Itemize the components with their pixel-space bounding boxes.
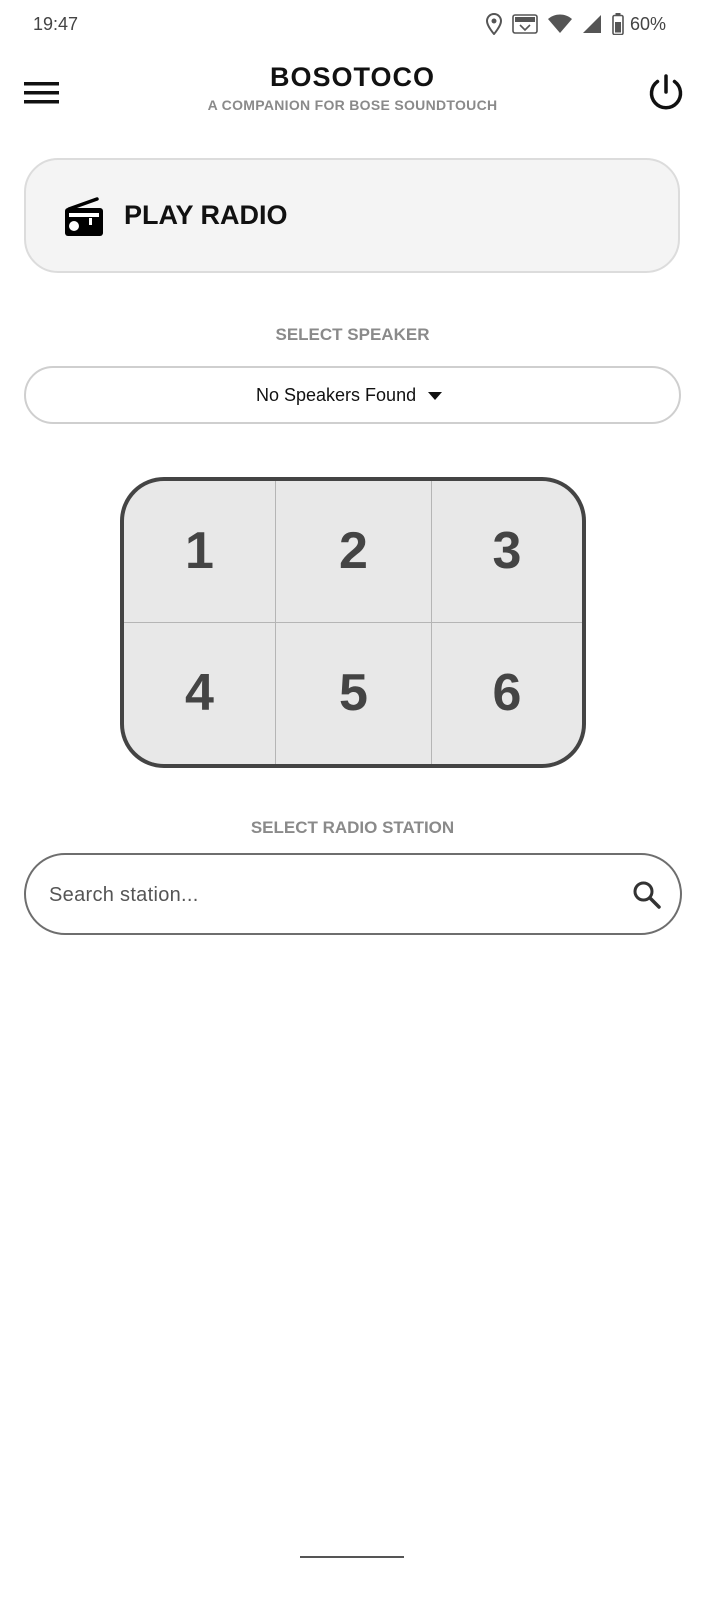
station-search-field	[24, 853, 682, 935]
power-button[interactable]	[645, 72, 687, 114]
app-subtitle: A COMPANION FOR BOSE SOUNDTOUCH	[207, 97, 498, 113]
vowifi-icon	[512, 14, 538, 34]
radio-icon	[65, 197, 103, 236]
wifi-icon	[547, 14, 572, 33]
gesture-navigation-bar[interactable]	[300, 1556, 404, 1558]
station-search-input[interactable]	[47, 875, 611, 915]
select-station-label: SELECT RADIO STATION	[250, 818, 455, 837]
speaker-dropdown-value: No Speakers Found	[256, 385, 417, 405]
speaker-dropdown[interactable]: No Speakers Found	[24, 366, 681, 424]
preset-button-5[interactable]: 5	[276, 622, 432, 764]
battery-percentage: 60%	[629, 13, 666, 34]
preset-button-4[interactable]: 4	[124, 622, 276, 764]
preset-grid: 1 2 3 4 5 6	[120, 477, 586, 768]
preset-button-3[interactable]: 3	[432, 481, 582, 623]
play-radio-label: PLAY RADIO	[124, 200, 288, 230]
select-speaker-label: SELECT SPEAKER	[275, 325, 430, 344]
status-icons: 60%	[485, 13, 666, 35]
search-icon[interactable]	[632, 880, 662, 910]
preset-button-2[interactable]: 2	[276, 481, 432, 623]
battery-icon	[612, 13, 624, 35]
preset-button-6[interactable]: 6	[432, 623, 582, 765]
status-bar: 19:47 60%	[0, 0, 720, 52]
preset-button-1[interactable]: 1	[124, 481, 276, 623]
signal-icon	[582, 15, 601, 33]
dropdown-arrow-icon	[428, 392, 442, 400]
status-time: 19:47	[33, 14, 79, 34]
play-radio-button[interactable]: PLAY RADIO	[24, 158, 680, 273]
location-icon	[485, 13, 502, 35]
power-icon	[649, 74, 683, 110]
app-title: BOSOTOCO	[269, 62, 436, 92]
